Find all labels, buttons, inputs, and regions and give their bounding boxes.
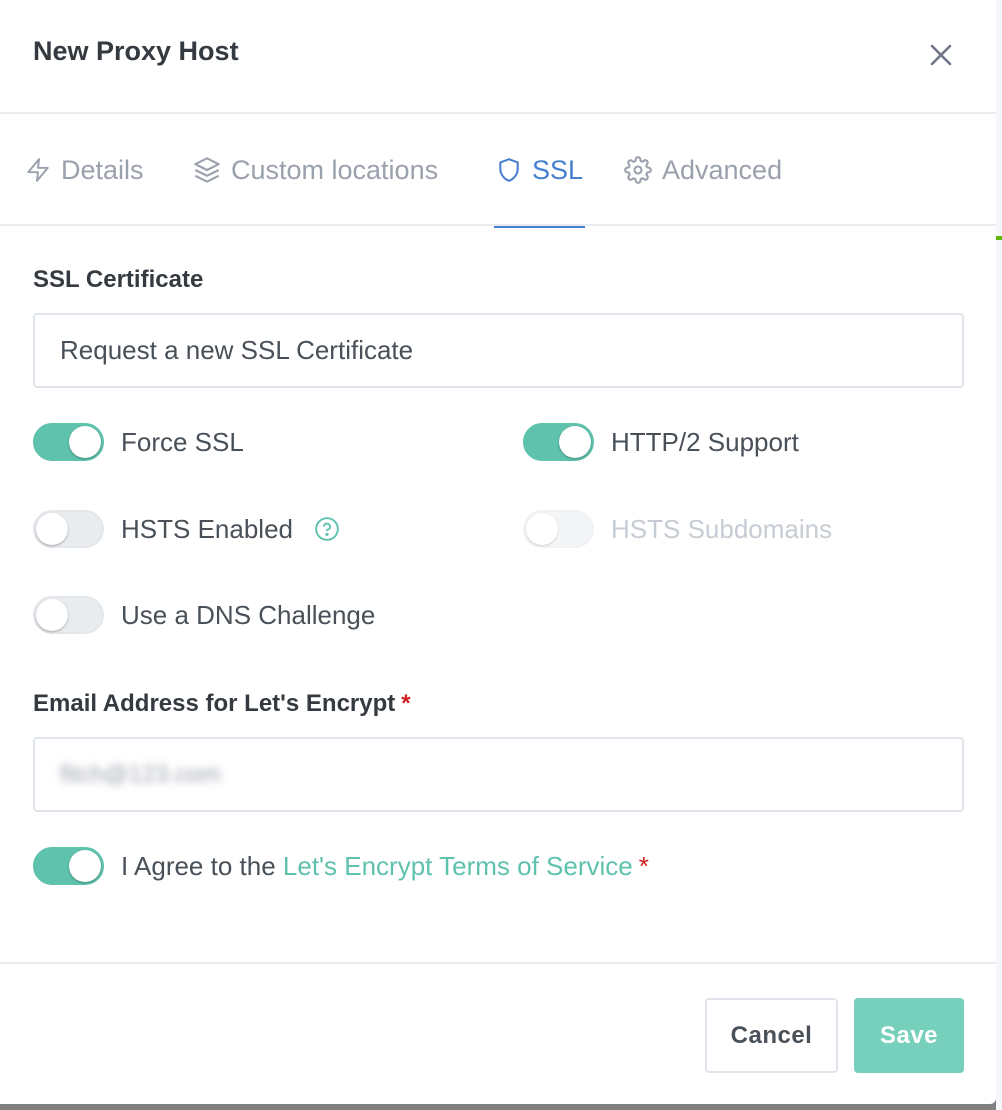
tab-custom-locations[interactable]: Custom locations [193, 114, 438, 226]
email-label-text: Email Address for Let's Encrypt [33, 690, 396, 717]
hsts-subdomains-row: HSTS Subdomains [523, 510, 832, 548]
save-button[interactable]: Save [854, 998, 964, 1073]
background-page-edge [996, 0, 1002, 1110]
hsts-toggle[interactable] [33, 510, 104, 548]
tab-custom-locations-label: Custom locations [231, 154, 439, 185]
terms-of-service-link[interactable]: Let's Encrypt Terms of Service [283, 851, 633, 881]
ssl-certificate-value: Request a new SSL Certificate [60, 335, 414, 365]
help-icon[interactable] [314, 516, 340, 542]
dns-challenge-toggle[interactable] [33, 596, 104, 634]
http2-row: HTTP/2 Support [523, 423, 799, 461]
toggle-knob [559, 426, 591, 458]
email-value: fitch@123.com [60, 760, 221, 788]
email-input[interactable]: fitch@123.com [33, 737, 964, 812]
proxy-host-modal: New Proxy Host Details Custom locations … [0, 0, 996, 1104]
modal-footer: Cancel Save [0, 962, 996, 1104]
agree-text: I Agree to the Let's Encrypt Terms of Se… [121, 851, 649, 882]
hsts-label: HSTS Enabled [121, 513, 293, 544]
tab-bar: Details Custom locations SSL Advanced [0, 114, 996, 228]
dns-challenge-label: Use a DNS Challenge [121, 599, 376, 630]
toggle-knob [526, 513, 558, 545]
email-label: Email Address for Let's Encrypt * [33, 690, 411, 718]
toggle-knob [36, 513, 68, 545]
tab-ssl-label: SSL [532, 154, 584, 185]
cancel-button[interactable]: Cancel [705, 998, 838, 1073]
background-accent-mark [996, 236, 1002, 240]
ssl-certificate-select[interactable]: Request a new SSL Certificate [33, 313, 964, 388]
ssl-certificate-label: SSL Certificate [33, 266, 204, 293]
tab-details[interactable]: Details [25, 114, 144, 226]
force-ssl-row: Force SSL [33, 423, 244, 461]
http2-toggle[interactable] [523, 423, 594, 461]
force-ssl-label: Force SSL [121, 426, 244, 457]
bolt-icon [27, 158, 49, 182]
close-icon [930, 44, 952, 66]
gear-icon [624, 156, 652, 184]
close-button[interactable] [924, 38, 958, 72]
shield-icon [499, 158, 519, 182]
modal-header: New Proxy Host [0, 0, 996, 114]
modal-title: New Proxy Host [33, 36, 239, 66]
force-ssl-toggle[interactable] [33, 423, 104, 461]
hsts-row: HSTS Enabled [33, 510, 340, 548]
tab-advanced-label: Advanced [662, 154, 783, 185]
tab-advanced[interactable]: Advanced [624, 114, 782, 226]
agree-row: I Agree to the Let's Encrypt Terms of Se… [33, 847, 649, 885]
toggle-knob [36, 599, 68, 631]
dns-challenge-row: Use a DNS Challenge [33, 596, 375, 634]
agree-toggle[interactable] [33, 847, 104, 885]
tab-details-label: Details [61, 154, 144, 185]
layers-icon [194, 157, 220, 183]
required-mark: * [638, 850, 649, 881]
agree-prefix: I Agree to the [121, 850, 276, 881]
toggle-knob [69, 426, 101, 458]
toggle-knob [69, 850, 101, 882]
required-mark: * [401, 690, 411, 717]
hsts-subdomains-toggle[interactable] [523, 510, 594, 548]
hsts-subdomains-label: HSTS Subdomains [611, 513, 833, 544]
tab-ssl[interactable]: SSL [494, 114, 586, 228]
http2-label: HTTP/2 Support [611, 426, 799, 457]
